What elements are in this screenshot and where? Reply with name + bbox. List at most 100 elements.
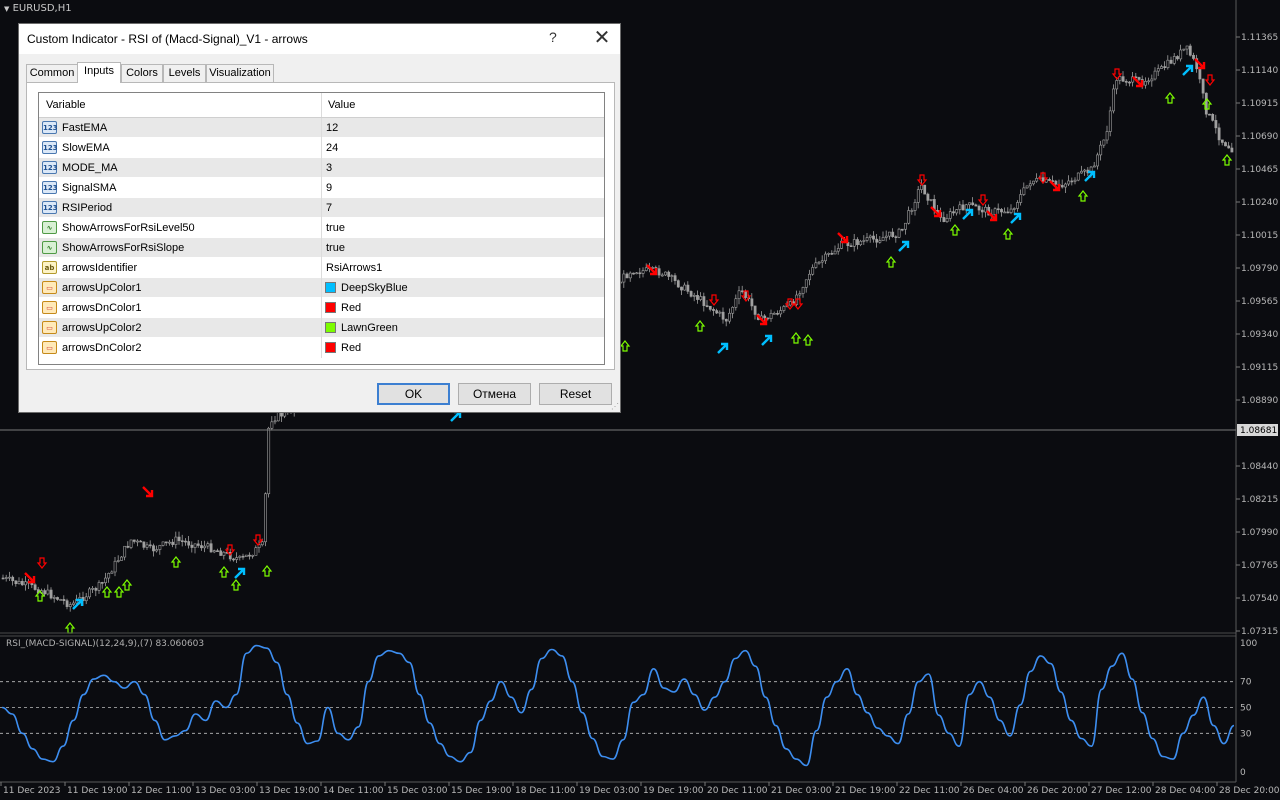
input-row-MODE_MA[interactable]: 123 MODE_MA 3 — [39, 158, 604, 178]
candle-body — [1176, 56, 1179, 60]
input-value[interactable]: RsiArrows1 — [326, 262, 382, 274]
price-tick: 1.07540 — [1241, 594, 1278, 604]
candle-body — [811, 267, 815, 275]
input-value[interactable]: Red — [341, 342, 361, 354]
candle-body — [1102, 139, 1106, 146]
rsi-subwindow-title: RSI_(MACD-SIGNAL)(12,24,9),(7) 83.060603 — [6, 639, 205, 649]
cancel-button[interactable]: Отмена — [458, 383, 531, 405]
candle-body — [699, 296, 703, 300]
candle-body — [859, 240, 863, 246]
time-tick: 27 Dec 12:00 — [1091, 786, 1152, 796]
candle-body — [763, 315, 767, 319]
candle-body — [244, 554, 248, 557]
candle-body — [280, 412, 283, 417]
input-value[interactable]: DeepSkyBlue — [341, 282, 408, 294]
price-tick: 1.09565 — [1241, 297, 1278, 307]
help-button[interactable]: ? — [549, 29, 557, 45]
candle-body — [209, 543, 213, 553]
candle-body — [241, 555, 245, 558]
candle-body — [715, 310, 719, 314]
candle-body — [1067, 180, 1071, 185]
input-row-SignalSMA[interactable]: 123 SignalSMA 9 — [39, 178, 604, 198]
candle-body — [1188, 45, 1192, 56]
candle-body — [670, 275, 674, 277]
candle-body — [1169, 59, 1173, 64]
input-value[interactable]: 12 — [326, 122, 338, 134]
input-row-arrowsUpColor1[interactable]: ▭ arrowsUpColor1 DeepSkyBlue — [39, 278, 604, 298]
column-value[interactable]: Value — [328, 99, 355, 111]
input-name: ShowArrowsForRsiSlope — [62, 242, 185, 254]
input-value[interactable]: 7 — [326, 202, 332, 214]
column-variable[interactable]: Variable — [46, 99, 86, 111]
color-swatch[interactable] — [325, 282, 336, 293]
input-row-RSIPeriod[interactable]: 123 RSIPeriod 7 — [39, 198, 604, 218]
reset-button[interactable]: Reset — [539, 383, 612, 405]
time-tick: 18 Dec 11:00 — [515, 786, 576, 796]
dialog-titlebar[interactable]: Custom Indicator - RSI of (Macd-Signal)_… — [19, 24, 620, 54]
tab-levels[interactable]: Levels — [163, 64, 206, 82]
ok-button[interactable]: OK — [377, 383, 450, 405]
candle-body — [72, 602, 75, 605]
input-row-FastEMA[interactable]: 123 FastEMA 12 — [39, 118, 604, 138]
time-tick: 22 Dec 11:00 — [899, 786, 960, 796]
candle-body — [875, 238, 879, 243]
input-value[interactable]: 3 — [326, 162, 332, 174]
grid-header: Variable Value — [39, 93, 604, 118]
resize-grip-icon[interactable]: ⋰ — [611, 403, 619, 411]
candle-body — [148, 544, 152, 547]
candle-body — [142, 541, 146, 548]
dropdown-triangle-icon[interactable]: ▼ — [4, 5, 9, 13]
candle-body — [1166, 59, 1170, 69]
color-swatch[interactable] — [325, 342, 336, 353]
input-row-ShowArrowsForRsiLevel50[interactable]: ∿ ShowArrowsForRsiLevel50 true — [39, 218, 604, 238]
candle-body — [132, 539, 136, 542]
tab-common[interactable]: Common — [26, 64, 78, 82]
candle-body — [622, 273, 626, 283]
input-row-ShowArrowsForRsiSlope[interactable]: ∿ ShowArrowsForRsiSlope true — [39, 238, 604, 258]
time-tick: 13 Dec 19:00 — [259, 786, 320, 796]
candle-body — [1147, 80, 1151, 83]
input-name: arrowsDnColor1 — [62, 302, 142, 314]
candle-body — [900, 228, 904, 231]
candle-body — [1220, 139, 1224, 143]
color-swatch[interactable] — [325, 302, 336, 313]
input-row-arrowsIdentifier[interactable]: ab arrowsIdentifier RsiArrows1 — [39, 258, 604, 278]
input-name: arrowsUpColor1 — [62, 282, 142, 294]
candle-body — [56, 597, 59, 600]
candle-body — [1230, 147, 1234, 153]
input-row-SlowEMA[interactable]: 123 SlowEMA 24 — [39, 138, 604, 158]
input-value[interactable]: Red — [341, 302, 361, 314]
candle-body — [196, 543, 200, 546]
candle-body — [769, 313, 773, 319]
input-row-arrowsDnColor2[interactable]: ▭ arrowsDnColor2 Red — [39, 338, 604, 358]
candle-body — [136, 540, 139, 543]
tab-colors[interactable]: Colors — [121, 64, 163, 82]
input-value[interactable]: true — [326, 222, 345, 234]
candle-body — [705, 305, 709, 307]
price-tick: 1.10015 — [1241, 231, 1278, 241]
candle-body — [1115, 80, 1119, 90]
candle-body — [260, 541, 264, 546]
input-row-arrowsUpColor2[interactable]: ▭ arrowsUpColor2 LawnGreen — [39, 318, 604, 338]
time-tick: 12 Dec 11:00 — [131, 786, 192, 796]
candle-body — [248, 554, 251, 557]
tab-inputs[interactable]: Inputs — [77, 62, 121, 83]
input-row-arrowsDnColor1[interactable]: ▭ arrowsDnColor1 Red — [39, 298, 604, 318]
price-tick: 1.08890 — [1241, 396, 1278, 406]
input-value[interactable]: 24 — [326, 142, 338, 154]
close-icon[interactable]: ✕ — [591, 26, 613, 50]
candle-body — [126, 545, 130, 548]
time-tick: 15 Dec 03:00 — [387, 786, 448, 796]
input-value[interactable]: true — [326, 242, 345, 254]
input-value[interactable]: LawnGreen — [341, 322, 398, 334]
candle-body — [1172, 56, 1176, 64]
color-swatch[interactable] — [325, 322, 336, 333]
tab-visualization[interactable]: Visualization — [206, 64, 274, 82]
candle-body — [779, 310, 783, 315]
candle-body — [91, 588, 95, 590]
candle-body — [184, 540, 187, 543]
candle-body — [894, 236, 898, 238]
input-value[interactable]: 9 — [326, 182, 332, 194]
time-tick: 26 Dec 04:00 — [963, 786, 1024, 796]
number-icon: 123 — [42, 161, 58, 174]
